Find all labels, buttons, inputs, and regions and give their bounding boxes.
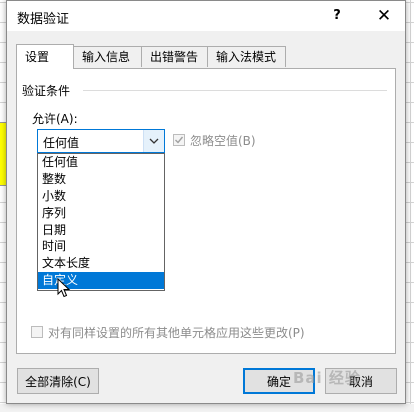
- allow-dropdown[interactable]: 任何值: [37, 129, 165, 153]
- allow-options-list: 任何值 整数 小数 序列 日期 时间 文本长度 自定义: [37, 153, 165, 291]
- dialog-title: 数据验证: [17, 12, 70, 27]
- tab-ime-mode[interactable]: 输入法模式: [207, 46, 286, 67]
- tab-input-message[interactable]: 输入信息: [73, 46, 142, 67]
- mouse-cursor-icon: [57, 278, 71, 298]
- allow-label: 允许(A):: [32, 112, 78, 126]
- checkbox-unchecked-icon: [31, 326, 43, 338]
- option-date[interactable]: 日期: [38, 222, 164, 239]
- data-validation-dialog: 数据验证 ? ✕ 设置 输入信息 出错警告 输入法模式 验证条件 允许(A): …: [6, 0, 406, 404]
- validation-criteria-label: 验证条件: [22, 82, 77, 99]
- title-bar: 数据验证 ? ✕: [7, 1, 405, 31]
- apply-all-label: 对有同样设置的所有其他单元格应用这些更改(P): [48, 325, 305, 340]
- clear-all-button[interactable]: 全部清除(C): [17, 368, 99, 394]
- option-time[interactable]: 时间: [38, 238, 164, 255]
- group-divider: [83, 90, 387, 91]
- option-list[interactable]: 序列: [38, 205, 164, 222]
- checkbox-checked-icon: [173, 134, 185, 146]
- watermark-text: Bai 经验: [293, 369, 361, 387]
- close-button[interactable]: ✕: [373, 5, 395, 27]
- spreadsheet-row: [0, 404, 414, 412]
- apply-all-checkbox[interactable]: 对有同样设置的所有其他单元格应用这些更改(P): [31, 323, 305, 341]
- option-any-value[interactable]: 任何值: [38, 154, 164, 171]
- ignore-blank-label: 忽略空值(B): [190, 133, 256, 148]
- tab-error-alert[interactable]: 出错警告: [141, 46, 208, 67]
- help-button[interactable]: ?: [327, 6, 347, 26]
- chevron-down-icon[interactable]: [143, 130, 164, 152]
- option-whole-number[interactable]: 整数: [38, 171, 164, 188]
- option-decimal[interactable]: 小数: [38, 188, 164, 205]
- tab-settings[interactable]: 设置: [16, 44, 74, 69]
- option-text-length[interactable]: 文本长度: [38, 255, 164, 272]
- allow-dropdown-value: 任何值: [43, 136, 80, 150]
- ignore-blank-checkbox[interactable]: 忽略空值(B): [173, 131, 256, 149]
